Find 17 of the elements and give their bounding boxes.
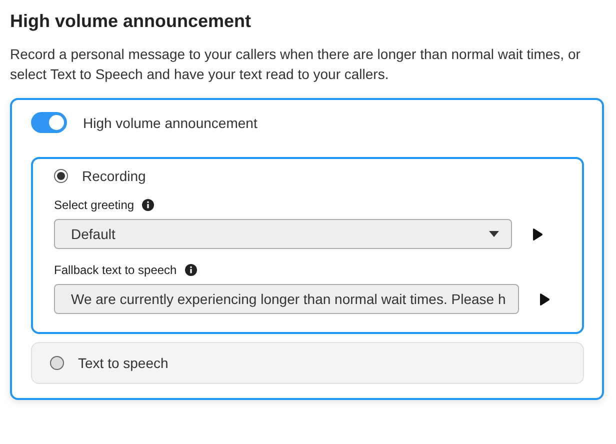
- field-label: Select greeting: [54, 198, 134, 212]
- play-icon[interactable]: [532, 228, 543, 240]
- toggle-switch[interactable]: [31, 112, 67, 133]
- field-label: Fallback text to speech: [54, 263, 177, 277]
- option-label: Text to speech: [78, 355, 168, 371]
- greeting-dropdown[interactable]: Default: [54, 219, 512, 249]
- page-title: High volume announcement: [10, 10, 252, 32]
- option-label: Recording: [82, 168, 146, 184]
- radio-button[interactable]: [50, 356, 64, 370]
- radio-button[interactable]: [54, 169, 68, 183]
- info-icon[interactable]: [184, 264, 197, 276]
- play-icon[interactable]: [538, 292, 550, 306]
- toggle-label: High volume announcement: [83, 114, 258, 130]
- text-field[interactable]: We are currently experiencing longer than normal wait times. Please h: [54, 284, 519, 314]
- info-icon[interactable]: [142, 199, 154, 211]
- description-text: Record a personal message to your callers when there are longer than normal wait times, or select Text to Speech and have your text read to your callers.: [10, 45, 582, 84]
- caret-icon: [489, 231, 499, 237]
